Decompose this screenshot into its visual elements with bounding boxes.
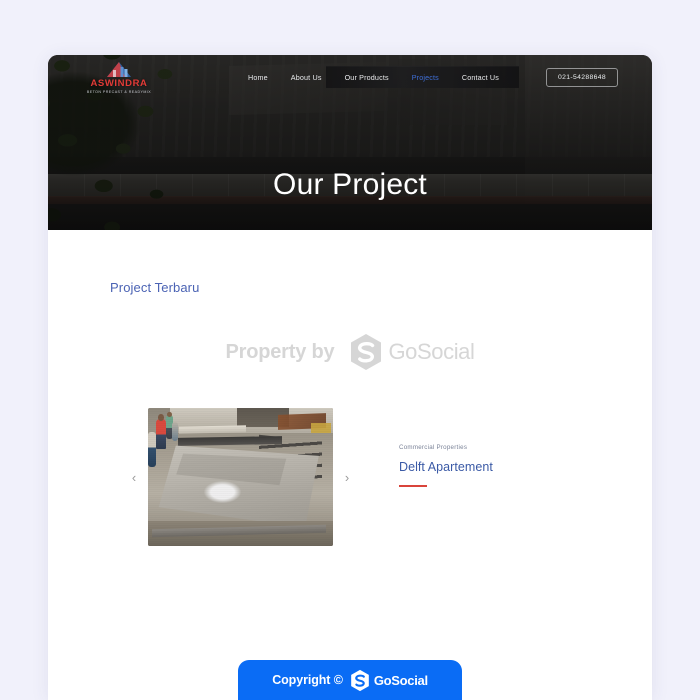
phone-number-button[interactable]: 021-54288648 (545, 67, 618, 87)
main-content: Project Terbaru Property by GoSocial ‹ ›… (48, 280, 652, 546)
gosocial-hexagon-icon (350, 669, 370, 692)
section-heading: Project Terbaru (110, 280, 200, 295)
nav-item-about-us[interactable]: About Us (291, 73, 322, 82)
site-logo-tagline: BETON PRECAST & READYMIX (86, 89, 152, 94)
watermark-prefix: Property by (225, 340, 335, 363)
gosocial-hexagon-icon (349, 333, 383, 371)
project-details: Commercial Properties Delft Apartement (399, 408, 493, 487)
footer-copyright-bar[interactable]: Copyright © GoSocial (238, 660, 462, 700)
hero-banner: ASWINDRA BETON PRECAST & READYMIX Home A… (48, 55, 652, 230)
nav-item-home[interactable]: Home (248, 73, 268, 82)
project-category: Commercial Properties (399, 444, 468, 451)
browser-page-frame: ASWINDRA BETON PRECAST & READYMIX Home A… (48, 55, 652, 700)
footer-brand: GoSocial (373, 672, 428, 688)
footer-logo: GoSocial (350, 669, 428, 692)
chevron-left-icon[interactable]: ‹ (126, 471, 142, 484)
nav-item-projects[interactable]: Projects (412, 73, 439, 82)
project-title[interactable]: Delft Apartement (399, 460, 493, 474)
project-carousel: ‹ › Commercial Properties Delft Aparteme… (48, 408, 652, 546)
nav-item-contact-us[interactable]: Contact Us (462, 73, 499, 82)
property-by-watermark: Property by GoSocial (48, 333, 652, 371)
site-logo[interactable]: ASWINDRA BETON PRECAST & READYMIX (82, 61, 156, 94)
watermark-brand: GoSocial (388, 339, 475, 364)
page-title: Our Project (273, 168, 427, 201)
footer-copyright-text: Copyright © (272, 673, 343, 687)
nav-item-our-products[interactable]: Our Products (345, 73, 389, 82)
site-logo-name: ASWINDRA (90, 77, 148, 89)
top-navigation-bar: ASWINDRA BETON PRECAST & READYMIX Home A… (48, 55, 652, 99)
watermark-logo: GoSocial (349, 333, 475, 371)
nav-links: Home About Us Our Products Projects Cont… (248, 67, 618, 87)
chevron-right-icon[interactable]: › (339, 471, 355, 484)
house-building-icon (104, 61, 134, 78)
project-image (148, 408, 333, 546)
title-underline-rule (399, 485, 427, 487)
